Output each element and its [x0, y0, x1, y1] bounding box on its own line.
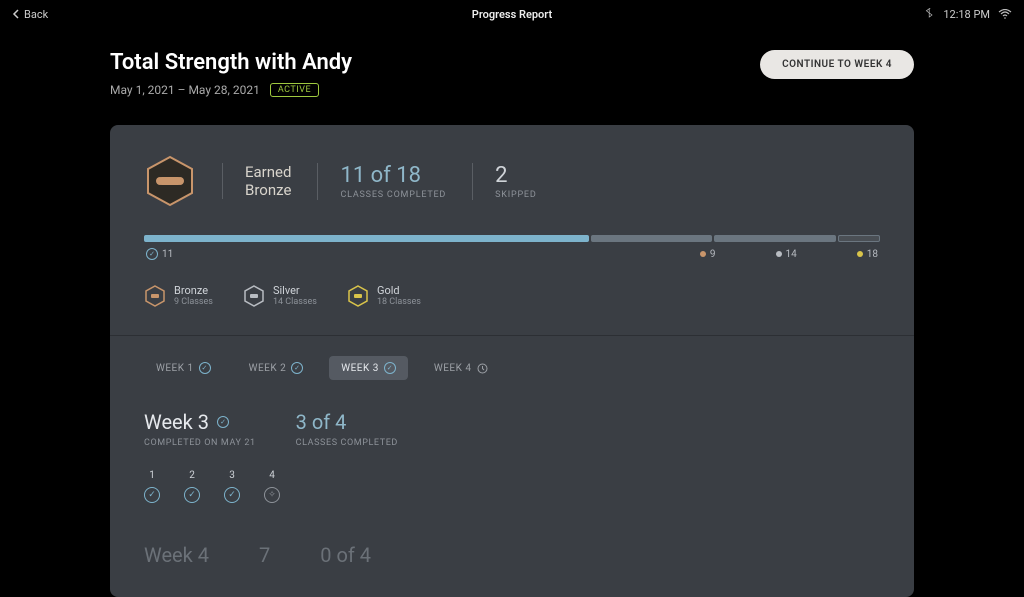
- tier-req: 9 Classes: [174, 297, 213, 307]
- tier-name: Silver: [273, 284, 317, 297]
- continue-button[interactable]: CONTINUE TO WEEK 4: [760, 50, 914, 79]
- tier-req: 18 Classes: [377, 297, 421, 307]
- silver-marker: 14: [776, 248, 797, 260]
- hex-icon: [347, 285, 369, 307]
- check-icon: ✓: [224, 487, 240, 503]
- class-indicator[interactable]: 1✓: [144, 470, 160, 503]
- current-marker: ✓11: [146, 248, 173, 260]
- tier-name: Bronze: [174, 284, 213, 297]
- class-number: 3: [229, 470, 235, 481]
- classes-completed-label: CLASSES COMPLETED: [340, 190, 446, 200]
- earned-badge-icon: [144, 155, 196, 207]
- wifi-icon: [998, 9, 1012, 19]
- check-icon: ✓: [144, 487, 160, 503]
- tab-week-2[interactable]: WEEK 2 ✓: [237, 356, 316, 380]
- class-indicator[interactable]: 4✧: [264, 470, 280, 503]
- week-classes-label: CLASSES COMPLETED: [296, 438, 398, 448]
- week4-classes: 0 of 4: [320, 543, 371, 567]
- skipped-label: SKIPPED: [495, 190, 536, 200]
- check-icon: ✓: [217, 416, 229, 428]
- classes-completed-value: 11 of 18: [340, 163, 446, 188]
- check-icon: ✓: [184, 487, 200, 503]
- tab-label: WEEK 1: [156, 363, 194, 374]
- week4-days: 7: [259, 543, 270, 567]
- class-number: 4: [269, 470, 275, 481]
- hex-icon: [243, 285, 265, 307]
- earned-line2: Bronze: [245, 181, 291, 199]
- class-indicator[interactable]: 3✓: [224, 470, 240, 503]
- date-range: May 1, 2021 – May 28, 2021: [110, 83, 260, 97]
- class-number: 1: [149, 470, 155, 481]
- back-button[interactable]: Back: [12, 8, 48, 21]
- bronze-marker: 9: [700, 248, 716, 260]
- tab-week-1[interactable]: WEEK 1 ✓: [144, 356, 223, 380]
- class-indicator[interactable]: 2✓: [184, 470, 200, 503]
- earned-line1: Earned: [245, 163, 291, 181]
- tab-week-4[interactable]: WEEK 4: [422, 356, 500, 380]
- ring-icon: ✧: [264, 487, 280, 503]
- page-title: Progress Report: [472, 8, 552, 21]
- chevron-left-icon: [12, 9, 20, 19]
- week-classes-value: 3 of 4: [296, 410, 398, 434]
- gold-marker: 18: [857, 248, 878, 260]
- week-completed-on: COMPLETED ON MAY 21: [144, 438, 256, 448]
- clock-time: 12:18 PM: [943, 8, 990, 21]
- tab-week-3[interactable]: WEEK 3 ✓: [329, 356, 408, 380]
- check-icon: ✓: [199, 362, 211, 374]
- bluetooth-icon: [925, 8, 935, 20]
- program-title: Total Strength with Andy: [110, 50, 352, 75]
- check-icon: ✓: [291, 362, 303, 374]
- check-icon: ✓: [384, 362, 396, 374]
- tab-label: WEEK 3: [341, 363, 379, 374]
- back-label: Back: [24, 8, 48, 21]
- status-badge: ACTIVE: [270, 83, 319, 97]
- week-detail-title: Week 3 ✓: [144, 410, 256, 434]
- class-number: 2: [189, 470, 195, 481]
- tier-gold: Gold18 Classes: [347, 284, 421, 307]
- tier-req: 14 Classes: [273, 297, 317, 307]
- week4-title: Week 4: [144, 543, 209, 567]
- clock-icon: [477, 363, 488, 374]
- tab-label: WEEK 4: [434, 363, 472, 374]
- tier-name: Gold: [377, 284, 421, 297]
- skipped-value: 2: [495, 163, 536, 188]
- tab-label: WEEK 2: [249, 363, 287, 374]
- tier-silver: Silver14 Classes: [243, 284, 317, 307]
- hex-icon: [144, 285, 166, 307]
- progress-card: Earned Bronze 11 of 18 CLASSES COMPLETED…: [110, 125, 914, 597]
- tier-bronze: Bronze9 Classes: [144, 284, 213, 307]
- progress-bar: ✓11 9 14 18: [144, 235, 880, 260]
